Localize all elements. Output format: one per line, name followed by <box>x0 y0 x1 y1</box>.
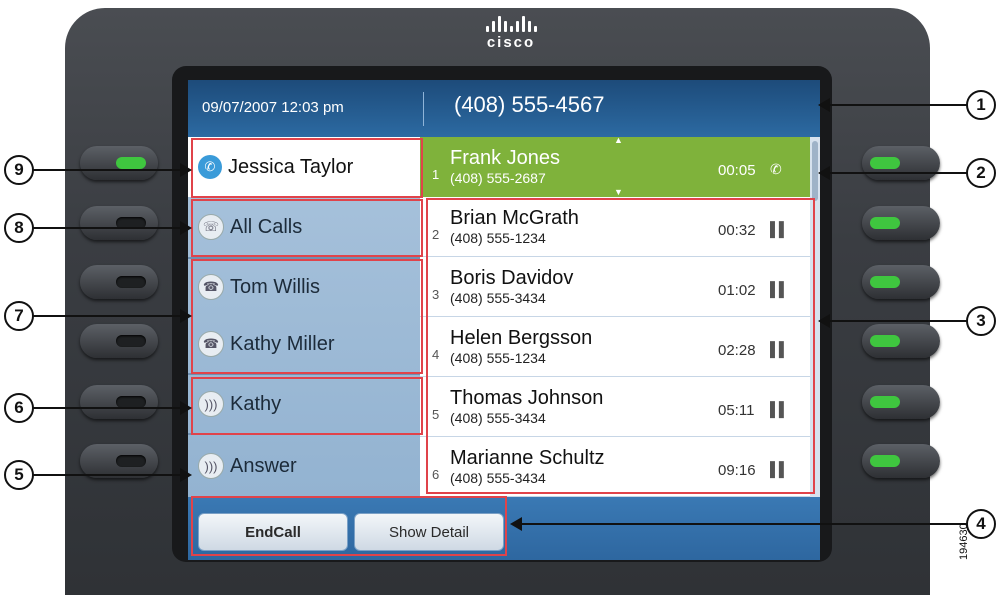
led-green <box>870 335 900 347</box>
answer-icon: ))) <box>198 453 224 479</box>
session-button-right-1[interactable] <box>862 146 940 180</box>
header-divider <box>423 92 424 126</box>
session-button-2[interactable] <box>80 206 158 240</box>
callout-7: 7 <box>4 301 34 331</box>
led-green <box>116 157 146 169</box>
caller-number: (408) 555-2687 <box>450 170 546 186</box>
call-index: 1 <box>432 167 440 182</box>
scroll-down-icon[interactable]: ▼ <box>614 187 623 197</box>
session-button-4[interactable] <box>80 324 158 358</box>
session-button-3[interactable] <box>80 265 158 299</box>
callout-leader <box>830 172 968 174</box>
led-off <box>116 455 146 467</box>
session-button-6[interactable] <box>80 444 158 478</box>
callout-9: 9 <box>4 155 34 185</box>
highlight-all-calls <box>191 199 423 257</box>
session-button-right-2[interactable] <box>862 206 940 240</box>
session-button-right-6[interactable] <box>862 444 940 478</box>
highlight-ringing-line <box>191 377 423 435</box>
callout-arrow <box>180 468 192 482</box>
highlight-primary-line <box>191 138 423 198</box>
callout-arrow <box>818 166 830 180</box>
callout-leader <box>830 104 968 106</box>
callout-leader <box>522 523 968 525</box>
callout-3: 3 <box>966 306 996 336</box>
date-time: 09/07/2007 12:03 pm <box>202 99 344 116</box>
callout-arrow <box>180 401 192 415</box>
highlight-session-lines <box>191 259 423 374</box>
callout-leader <box>830 320 968 322</box>
callout-arrow <box>180 221 192 235</box>
callout-8: 8 <box>4 213 34 243</box>
session-button-right-5[interactable] <box>862 385 940 419</box>
callout-arrow <box>818 314 830 328</box>
callout-arrow <box>180 163 192 177</box>
callout-6: 6 <box>4 393 34 423</box>
led-green <box>870 396 900 408</box>
session-button-right-3[interactable] <box>862 265 940 299</box>
caller-name: Frank Jones <box>450 147 561 169</box>
led-off <box>116 335 146 347</box>
line-label: Answer <box>230 454 297 477</box>
highlight-call-list <box>426 198 815 494</box>
callout-leader <box>32 169 182 171</box>
callout-leader <box>32 474 182 476</box>
session-button-right-4[interactable] <box>862 324 940 358</box>
cisco-logo: cisco <box>471 14 551 51</box>
call-duration: 00:05 <box>718 162 756 179</box>
phone-number: (408) 555-4567 <box>454 92 605 117</box>
callout-1: 1 <box>966 90 996 120</box>
led-off <box>116 276 146 288</box>
line-answer[interactable]: ))) Answer <box>188 435 420 497</box>
active-call-icon: ✆ <box>770 161 782 177</box>
led-green <box>870 276 900 288</box>
callout-4: 4 <box>966 509 996 539</box>
led-green <box>870 157 900 169</box>
highlight-softkeys <box>191 496 507 556</box>
led-green <box>870 217 900 229</box>
figure-id: 194630 <box>958 523 970 560</box>
callout-arrow <box>180 309 192 323</box>
callout-arrow <box>510 517 522 531</box>
scroll-up-icon[interactable]: ▲ <box>614 135 623 145</box>
callout-arrow <box>818 98 830 112</box>
callout-leader <box>32 227 182 229</box>
session-button-1[interactable] <box>80 146 158 180</box>
callout-2: 2 <box>966 158 996 188</box>
call-row-active[interactable]: 1 Frank Jones (408) 555-2687 00:05 ✆ ▲ ▼ <box>420 135 810 197</box>
callout-5: 5 <box>4 460 34 490</box>
callout-leader <box>32 407 182 409</box>
cisco-logo-text: cisco <box>486 34 536 51</box>
header-bar: 09/07/2007 12:03 pm (408) 555-4567 <box>188 80 820 137</box>
callout-leader <box>32 315 182 317</box>
led-green <box>870 455 900 467</box>
session-button-5[interactable] <box>80 385 158 419</box>
cisco-logo-bars-icon <box>471 14 551 32</box>
